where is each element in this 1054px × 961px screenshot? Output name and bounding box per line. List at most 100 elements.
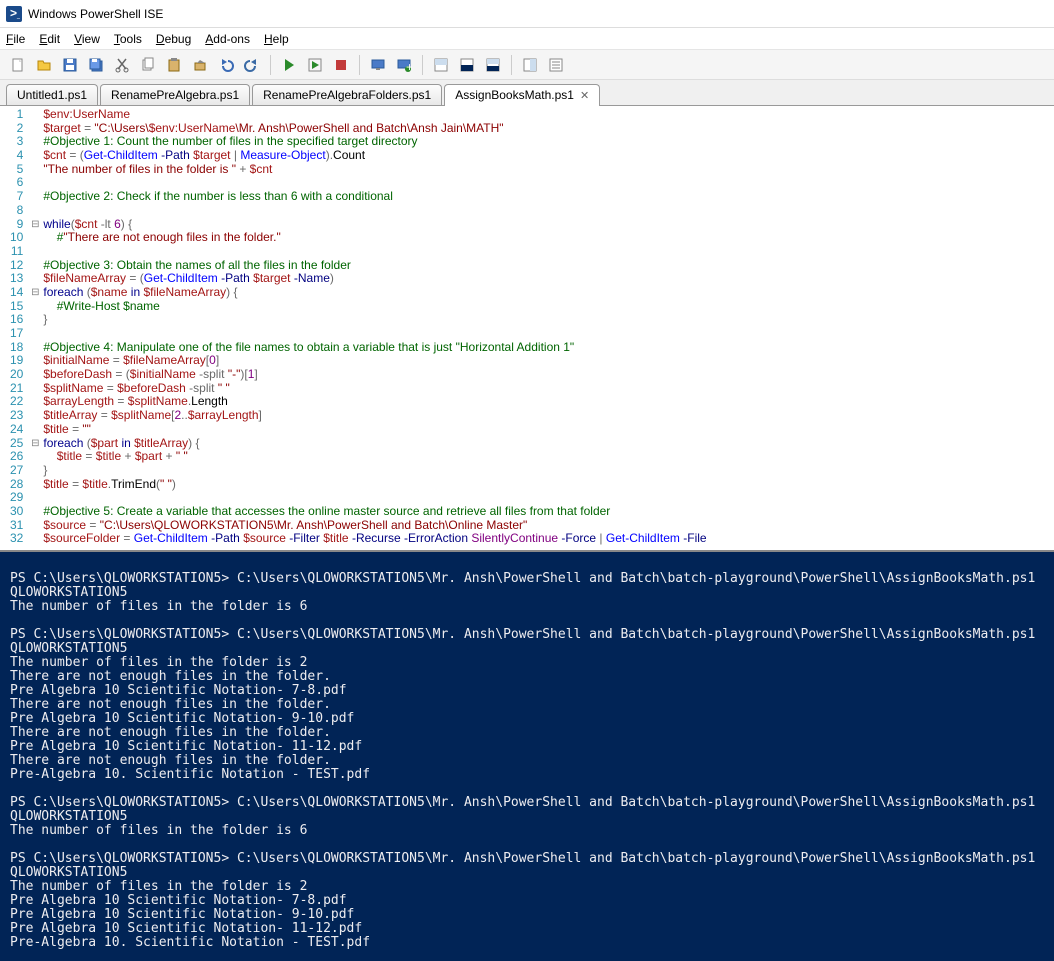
line-number: 21 [10, 382, 23, 396]
code-line[interactable]: $arrayLength = $splitName.Length [43, 395, 706, 409]
paste-button[interactable] [162, 53, 186, 77]
redo-icon [244, 57, 260, 73]
code-line[interactable]: $beforeDash = ($initialName -split "-")[… [43, 368, 706, 382]
stop-icon [333, 57, 349, 73]
save-button[interactable] [58, 53, 82, 77]
show-script-button[interactable] [429, 53, 453, 77]
menu-debug[interactable]: Debug [156, 32, 191, 46]
line-number: 9 [10, 218, 23, 232]
code-line[interactable]: #Objective 4: Manipulate one of the file… [43, 341, 706, 355]
code-line[interactable]: $title = $title.TrimEnd(" ") [43, 478, 706, 492]
clear-button[interactable] [188, 53, 212, 77]
menu-file[interactable]: File [6, 32, 25, 46]
code-line[interactable] [43, 176, 706, 190]
show-both-button[interactable] [481, 53, 505, 77]
code-line[interactable]: $source = "C:\Users\QLOWORKSTATION5\Mr. … [43, 519, 706, 533]
fold-toggle[interactable]: ⊟ [29, 286, 41, 300]
line-number: 4 [10, 149, 23, 163]
tab-0[interactable]: Untitled1.ps1 [6, 84, 98, 105]
code-line[interactable]: foreach ($part in $titleArray) { [43, 437, 706, 451]
code-line[interactable] [43, 491, 706, 505]
line-number: 5 [10, 163, 23, 177]
fold-toggle [29, 478, 41, 492]
menu-addons[interactable]: Add-ons [205, 32, 250, 46]
show-commands-button[interactable] [544, 53, 568, 77]
line-number: 28 [10, 478, 23, 492]
code-line[interactable]: $title = "" [43, 423, 706, 437]
undo-icon [218, 57, 234, 73]
window-title: Windows PowerShell ISE [28, 7, 163, 21]
menu-tools[interactable]: Tools [114, 32, 142, 46]
code-area[interactable]: $env:UserName$target = "C:\Users\$env:Us… [41, 106, 706, 550]
paste-icon [166, 57, 182, 73]
code-line[interactable]: $initialName = $fileNameArray[0] [43, 354, 706, 368]
line-number: 6 [10, 176, 23, 190]
console-pane[interactable]: PS C:\Users\QLOWORKSTATION5> C:\Users\QL… [0, 550, 1054, 961]
show-console-button[interactable] [455, 53, 479, 77]
line-number: 27 [10, 464, 23, 478]
code-line[interactable]: "The number of files in the folder is " … [43, 163, 706, 177]
code-line[interactable]: #Write-Host $name [43, 300, 706, 314]
code-line[interactable]: foreach ($name in $fileNameArray) { [43, 286, 706, 300]
fold-column[interactable]: ⊟ ⊟ ⊟ [29, 106, 41, 550]
fold-toggle [29, 519, 41, 533]
fold-toggle [29, 327, 41, 341]
cut-button[interactable] [110, 53, 134, 77]
code-line[interactable]: #"There are not enough files in the fold… [43, 231, 706, 245]
code-line[interactable]: #Objective 5: Create a variable that acc… [43, 505, 706, 519]
code-line[interactable]: $sourceFolder = Get-ChildItem -Path $sou… [43, 532, 706, 546]
fold-toggle [29, 163, 41, 177]
code-line[interactable]: #Objective 1: Count the number of files … [43, 135, 706, 149]
redo-button[interactable] [240, 53, 264, 77]
code-line[interactable] [43, 245, 706, 259]
undo-button[interactable] [214, 53, 238, 77]
tab-3[interactable]: AssignBooksMath.ps1 ✕ [444, 84, 600, 106]
svg-text:>_: >_ [10, 8, 20, 20]
fold-toggle[interactable]: ⊟ [29, 218, 41, 232]
run-script-button[interactable] [277, 53, 301, 77]
stop-button[interactable] [329, 53, 353, 77]
code-line[interactable]: #Objective 3: Obtain the names of all th… [43, 259, 706, 273]
code-line[interactable]: while($cnt -lt 6) { [43, 218, 706, 232]
cut-icon [114, 57, 130, 73]
code-line[interactable]: $titleArray = $splitName[2..$arrayLength… [43, 409, 706, 423]
code-line[interactable]: #Objective 2: Check if the number is les… [43, 190, 706, 204]
copy-icon [140, 57, 156, 73]
fold-toggle [29, 176, 41, 190]
code-line[interactable] [43, 204, 706, 218]
tab-label: RenamePreAlgebraFolders.ps1 [263, 88, 431, 102]
line-number: 23 [10, 409, 23, 423]
new-file-button[interactable] [6, 53, 30, 77]
code-line[interactable]: } [43, 313, 706, 327]
copy-button[interactable] [136, 53, 160, 77]
tab-1[interactable]: RenamePreAlgebra.ps1 [100, 84, 250, 105]
menu-help[interactable]: Help [264, 32, 289, 46]
new-remote-button[interactable]: + [392, 53, 416, 77]
code-line[interactable]: $cnt = (Get-ChildItem -Path $target | Me… [43, 149, 706, 163]
open-file-button[interactable] [32, 53, 56, 77]
show-command-button[interactable] [518, 53, 542, 77]
line-gutter: 1234567891011121314151617181920212223242… [0, 106, 29, 550]
code-editor[interactable]: 1234567891011121314151617181920212223242… [0, 106, 1054, 550]
fold-toggle [29, 272, 41, 286]
code-line[interactable] [43, 327, 706, 341]
code-line[interactable]: $env:UserName [43, 108, 706, 122]
save-all-button[interactable] [84, 53, 108, 77]
code-line[interactable]: $target = "C:\Users\$env:UserName\Mr. An… [43, 122, 706, 136]
fold-toggle [29, 122, 41, 136]
fold-toggle[interactable]: ⊟ [29, 437, 41, 451]
menu-edit[interactable]: Edit [39, 32, 60, 46]
code-line[interactable]: $fileNameArray = (Get-ChildItem -Path $t… [43, 272, 706, 286]
run-selection-button[interactable] [303, 53, 327, 77]
tab-label: AssignBooksMath.ps1 [455, 88, 574, 102]
tab-2[interactable]: RenamePreAlgebraFolders.ps1 [252, 84, 442, 105]
remote-button[interactable] [366, 53, 390, 77]
toolbar-separator [422, 55, 423, 75]
save-all-icon [88, 57, 104, 73]
code-line[interactable]: $title = $title + $part + " " [43, 450, 706, 464]
tab-close-icon[interactable]: ✕ [580, 89, 589, 102]
code-line[interactable]: } [43, 464, 706, 478]
line-number: 18 [10, 341, 23, 355]
code-line[interactable]: $splitName = $beforeDash -split " " [43, 382, 706, 396]
menu-view[interactable]: View [74, 32, 100, 46]
